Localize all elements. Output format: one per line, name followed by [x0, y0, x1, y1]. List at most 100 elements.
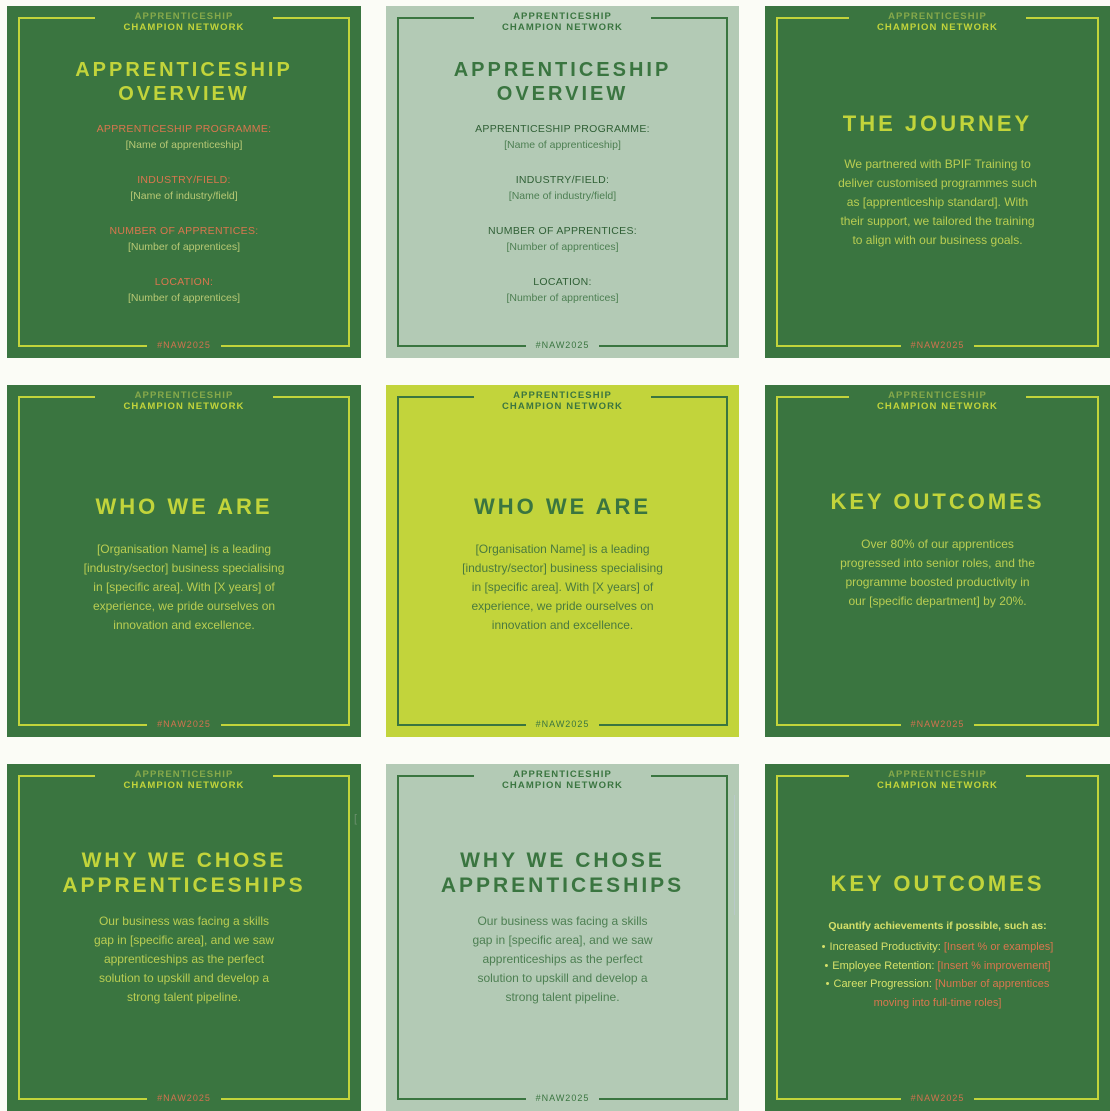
- field-value: [Name of apprenticeship]: [504, 139, 621, 151]
- hashtag-footer: #NAW2025: [765, 335, 1110, 353]
- title-line-2: OVERVIEW: [496, 83, 629, 105]
- card-content: WHO WE ARE [Organisation Name] is a lead…: [416, 493, 709, 635]
- bullet-icon: •: [824, 959, 829, 972]
- brand-line-1: APPRENTICESHIP: [487, 390, 638, 401]
- body-line: innovation and excellence.: [113, 618, 255, 632]
- field-location: LOCATION: [Number of apprentices]: [416, 275, 709, 306]
- body-line: [industry/sector] business specialising: [83, 561, 285, 575]
- hashtag-footer: #NAW2025: [765, 714, 1110, 732]
- field-value: [Name of industry/field]: [508, 190, 617, 202]
- card-title: APPRENTICESHIP OVERVIEW: [37, 58, 331, 106]
- brand-header: APPRENTICESHIP CHAMPION NETWORK: [386, 390, 739, 414]
- card-content: WHY WE CHOSE APPRENTICESHIPS Our busines…: [27, 848, 341, 1007]
- field-location: LOCATION: [Number of apprentices]: [37, 275, 331, 306]
- hashtag-label: #NAW2025: [525, 718, 600, 730]
- title-line-1: APPRENTICESHIP: [75, 59, 293, 81]
- body-line: to align with our business goals.: [852, 233, 1023, 247]
- brand-line-2: CHAMPION NETWORK: [109, 780, 259, 791]
- brand-logo: APPRENTICESHIP CHAMPION NETWORK: [473, 769, 652, 791]
- hashtag-label: #NAW2025: [900, 718, 975, 730]
- outcomes-intro: Quantify achievements if possible, such …: [828, 920, 1047, 932]
- field-programme: APPRENTICESHIP PROGRAMME: [Name of appre…: [37, 122, 331, 153]
- card-content: KEY OUTCOMES Over 80% of our apprentices…: [795, 488, 1080, 611]
- body-line: [Organisation Name] is a leading: [475, 542, 650, 556]
- field-value: [Number of apprentices]: [127, 241, 241, 253]
- brand-logo: APPRENTICESHIP CHAMPION NETWORK: [848, 769, 1027, 791]
- title-line-1: WHY WE CHOSE: [460, 849, 665, 872]
- card-content: THE JOURNEY We partnered with BPIF Train…: [795, 110, 1080, 250]
- card-who-we-are-lime: APPRENTICESHIP CHAMPION NETWORK WHO WE A…: [386, 385, 739, 737]
- card-key-outcomes-1: APPRENTICESHIP CHAMPION NETWORK KEY OUTC…: [765, 385, 1110, 737]
- body-line: experience, we pride ourselves on: [471, 599, 654, 613]
- brand-header: APPRENTICESHIP CHAMPION NETWORK: [7, 11, 361, 35]
- card-body: Over 80% of our apprentices progressed i…: [795, 535, 1080, 611]
- brand-line-2: CHAMPION NETWORK: [862, 780, 1013, 791]
- body-line: deliver customised programmes such: [838, 176, 1037, 190]
- field-value: [Name of industry/field]: [130, 190, 238, 202]
- item-value: [Insert % improvement]: [937, 959, 1051, 972]
- field-label: LOCATION:: [533, 276, 592, 288]
- card-content: WHY WE CHOSE APPRENTICESHIPS Our busines…: [406, 848, 719, 1007]
- card-title: APPRENTICESHIP OVERVIEW: [416, 58, 709, 106]
- brand-header: APPRENTICESHIP CHAMPION NETWORK: [765, 11, 1110, 35]
- hashtag-label: #NAW2025: [525, 339, 600, 351]
- brand-line-1: APPRENTICESHIP: [109, 390, 259, 401]
- card-body: We partnered with BPIF Training to deliv…: [795, 155, 1080, 250]
- card-body: [Organisation Name] is a leading [indust…: [416, 540, 709, 635]
- hashtag-footer: #NAW2025: [7, 714, 361, 732]
- brand-header: APPRENTICESHIP CHAMPION NETWORK: [7, 769, 361, 793]
- field-programme: APPRENTICESHIP PROGRAMME: [Name of appre…: [416, 122, 709, 153]
- field-value: [Number of apprentices]: [506, 241, 619, 253]
- card-body: Our business was facing a skills gap in …: [27, 912, 341, 1007]
- item-label: Increased Productivity:: [829, 941, 944, 953]
- hashtag-label: #NAW2025: [147, 1092, 221, 1104]
- brand-line-2: CHAMPION NETWORK: [862, 22, 1013, 33]
- body-line: experience, we pride ourselves on: [92, 599, 276, 613]
- field-apprentices: NUMBER OF APPRENTICES: [Number of appren…: [416, 224, 709, 255]
- brand-header: APPRENTICESHIP CHAMPION NETWORK: [386, 11, 739, 35]
- hashtag-label: #NAW2025: [900, 339, 975, 351]
- title-line-2: APPRENTICESHIPS: [62, 874, 306, 897]
- body-line: gap in [specific area], and we saw: [472, 933, 653, 947]
- card-title: KEY OUTCOMES: [830, 871, 1045, 896]
- hashtag-footer: #NAW2025: [7, 1088, 361, 1106]
- body-line: We partnered with BPIF Training to: [844, 157, 1031, 171]
- brand-header: APPRENTICESHIP CHAMPION NETWORK: [386, 769, 739, 793]
- field-value: [Number of apprentices]: [506, 292, 619, 304]
- brand-logo: APPRENTICESHIP CHAMPION NETWORK: [95, 769, 273, 791]
- card-key-outcomes-2: APPRENTICESHIP CHAMPION NETWORK KEY OUTC…: [765, 764, 1110, 1111]
- card-title: WHO WE ARE: [95, 494, 273, 519]
- stray-divider: [734, 795, 735, 915]
- brand-line-1: APPRENTICESHIP: [862, 390, 1013, 401]
- body-line: Over 80% of our apprentices: [861, 537, 1014, 551]
- hashtag-footer: #NAW2025: [7, 335, 361, 353]
- body-line: strong talent pipeline.: [505, 990, 620, 1004]
- brand-header: APPRENTICESHIP CHAMPION NETWORK: [7, 390, 361, 414]
- hashtag-label: #NAW2025: [525, 1092, 600, 1104]
- field-value: [Number of apprentices]: [127, 292, 241, 304]
- bullet-icon: •: [825, 978, 830, 990]
- field-label: LOCATION:: [154, 276, 214, 288]
- card-title: WHO WE ARE: [473, 494, 652, 519]
- hashtag-footer: #NAW2025: [765, 1088, 1110, 1106]
- hashtag-label: #NAW2025: [900, 1092, 975, 1104]
- card-who-we-are-dark: APPRENTICESHIP CHAMPION NETWORK WHO WE A…: [7, 385, 361, 737]
- body-line: [industry/sector] business specialising: [462, 561, 663, 575]
- stray-bracket: [: [354, 813, 358, 825]
- body-line: in [specific area]. With [X years] of: [93, 580, 275, 594]
- title-line-2: OVERVIEW: [118, 83, 250, 105]
- brand-line-1: APPRENTICESHIP: [862, 769, 1013, 780]
- item-label: Employee Retention:: [832, 959, 938, 972]
- card-title: THE JOURNEY: [842, 111, 1033, 136]
- card-content: APPRENTICESHIP OVERVIEW APPRENTICESHIP P…: [416, 58, 709, 306]
- body-line: gap in [specific area], and we saw: [93, 933, 275, 947]
- item-value-continued: moving into full-time roles]: [873, 996, 1002, 1009]
- bullet-icon: •: [821, 941, 826, 953]
- brand-line-2: CHAMPION NETWORK: [487, 780, 638, 791]
- brand-line-2: CHAMPION NETWORK: [109, 22, 259, 33]
- title-line-1: WHY WE CHOSE: [81, 849, 287, 872]
- body-line: apprenticeships as the perfect: [482, 952, 643, 966]
- card-body: [Organisation Name] is a leading [indust…: [37, 540, 331, 635]
- card-title: KEY OUTCOMES: [830, 489, 1045, 514]
- brand-line-2: CHAMPION NETWORK: [109, 401, 259, 412]
